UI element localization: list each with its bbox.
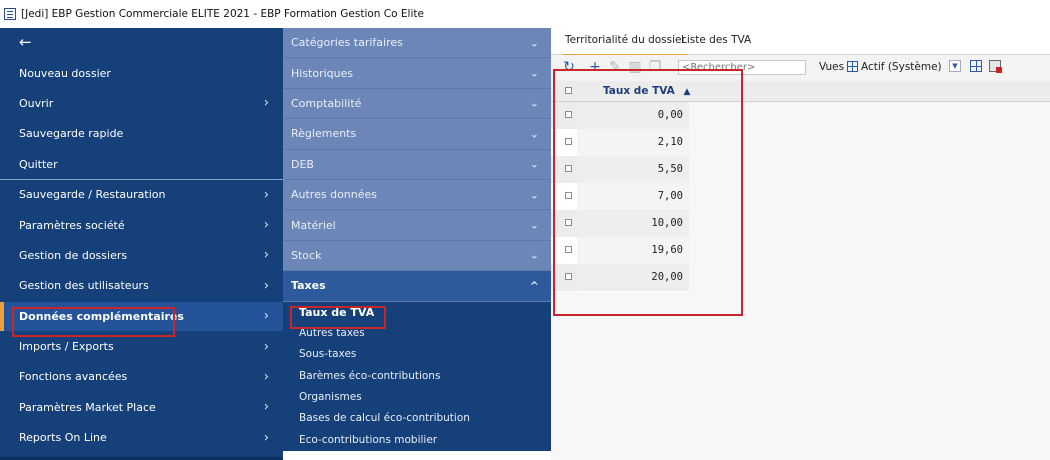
section-label: Matériel [291,218,336,232]
menu-item-gestion-utilisateurs[interactable]: Gestion des utilisateurs › [0,271,283,302]
section-reglements[interactable]: Règlements ⌄ [283,119,551,150]
menu-item-label: Ouvrir [19,96,54,110]
menu-item-sauvegarde-restauration[interactable]: Sauvegarde / Restauration › [0,180,283,211]
back-arrow-icon: ← [19,33,32,52]
highlight-box-taux-tva [290,306,386,329]
menu-item-label: Paramètres Market Place [19,400,156,414]
menu-item-label: Quitter [19,157,58,171]
chevron-up-icon: ^ [529,279,539,293]
menu-item-label: Sauvegarde rapide [19,127,124,141]
export-icon[interactable] [989,60,1002,73]
menu-item-label: Paramètres société [19,218,125,232]
section-label: DEB [291,157,314,171]
subitem-sous-taxes[interactable]: Sous-taxes [283,343,551,365]
column-chooser-icon[interactable] [970,60,982,72]
chevron-down-icon[interactable]: ▼ [949,60,961,72]
subitem-eco-contributions-mobilier[interactable]: Eco-contributions mobilier [283,429,551,451]
tab-liste-tva[interactable]: Liste des TVA [679,34,753,54]
section-comptabilite[interactable]: Comptabilité ⌄ [283,88,551,120]
chevron-right-icon: › [263,278,269,294]
section-autres-donnees[interactable]: Autres données ⌄ [283,179,551,211]
tab-territorialite[interactable]: Territorialité du dossier [563,34,688,56]
menu-item-parametres-societe[interactable]: Paramètres société › [0,210,283,241]
highlight-box-donnees [12,307,175,337]
menu-item-nouveau-dossier[interactable]: Nouveau dossier [0,58,283,89]
menu-item-label: Imports / Exports [19,340,114,354]
menu-item-label: Reports On Line [19,431,107,445]
section-categories-tarifaires[interactable]: Catégories tarifaires ⌄ [283,28,551,59]
chevron-down-icon: ⌄ [529,66,539,80]
chevron-down-icon: ⌄ [529,36,539,50]
menu-item-label: Sauvegarde / Restauration [19,188,166,202]
left-menu: ← Nouveau dossier Ouvrir › Sauvegarde ra… [0,28,283,460]
chevron-down-icon: ⌄ [529,218,539,232]
chevron-down-icon: ⌄ [529,96,539,110]
highlight-box-table [553,69,743,316]
chevron-down-icon: ⌄ [529,188,539,202]
menu-item-label: Nouveau dossier [19,66,111,80]
app-icon [4,8,16,20]
subitem-organismes[interactable]: Organismes [283,387,551,407]
menu-item-label: Gestion des utilisateurs [19,279,149,293]
menu-item-label: Fonctions avancées [19,370,128,384]
menu-item-reports-on-line[interactable]: Reports On Line › [0,423,283,454]
menu-item-ouvrir[interactable]: Ouvrir › [0,89,283,120]
section-materiel[interactable]: Matériel ⌄ [283,210,551,241]
subitem-baremes-eco-contributions[interactable]: Barèmes éco-contributions [283,365,551,387]
vue-select[interactable]: Actif (Système) [861,61,942,73]
menu-item-fonctions-avancees[interactable]: Fonctions avancées › [0,362,283,393]
section-label: Historiques [291,66,354,80]
chevron-right-icon: › [263,95,269,111]
tab-bar: Territorialité du dossier Liste des TVA [551,28,1050,56]
chevron-right-icon: › [263,339,269,355]
grid-view-icon [847,61,858,72]
menu-item-sauvegarde-rapide[interactable]: Sauvegarde rapide [0,119,283,150]
section-label: Règlements [291,127,357,141]
chevron-down-icon: ⌄ [529,248,539,262]
chevron-right-icon: › [263,187,269,203]
section-historiques[interactable]: Historiques ⌄ [283,58,551,89]
subitem-bases-calcul-eco-contribution[interactable]: Bases de calcul éco-contribution [283,407,551,429]
section-deb[interactable]: DEB ⌄ [283,149,551,180]
back-button[interactable]: ← [0,28,283,59]
section-label: Comptabilité [291,96,362,110]
menu-item-gestion-dossiers[interactable]: Gestion de dossiers › [0,241,283,272]
chevron-down-icon: ⌄ [529,157,539,171]
section-label: Catégories tarifaires [291,36,403,50]
section-label: Stock [291,248,322,262]
submenu-panel: Catégories tarifaires ⌄ Historiques ⌄ Co… [283,28,551,460]
menu-item-parametres-market-place[interactable]: Paramètres Market Place › [0,393,283,424]
section-label: Taxes [291,279,326,293]
chevron-right-icon: › [263,369,269,385]
menu-item-label: Gestion de dossiers [19,248,128,262]
chevron-right-icon: › [263,217,269,233]
menu-item-quitter[interactable]: Quitter [0,150,283,180]
chevron-right-icon: › [263,399,269,415]
chevron-right-icon: › [263,308,269,324]
section-label: Autres données [291,188,378,202]
window-title-bar: [Jedi] EBP Gestion Commerciale ELITE 202… [0,0,1050,28]
vues-label: Vues [819,61,845,73]
chevron-right-icon: › [263,430,269,446]
chevron-down-icon: ⌄ [529,127,539,141]
section-taxes[interactable]: Taxes ^ [283,271,551,302]
window-title: [Jedi] EBP Gestion Commerciale ELITE 202… [21,8,424,20]
chevron-right-icon: › [263,247,269,263]
section-stock[interactable]: Stock ⌄ [283,240,551,272]
